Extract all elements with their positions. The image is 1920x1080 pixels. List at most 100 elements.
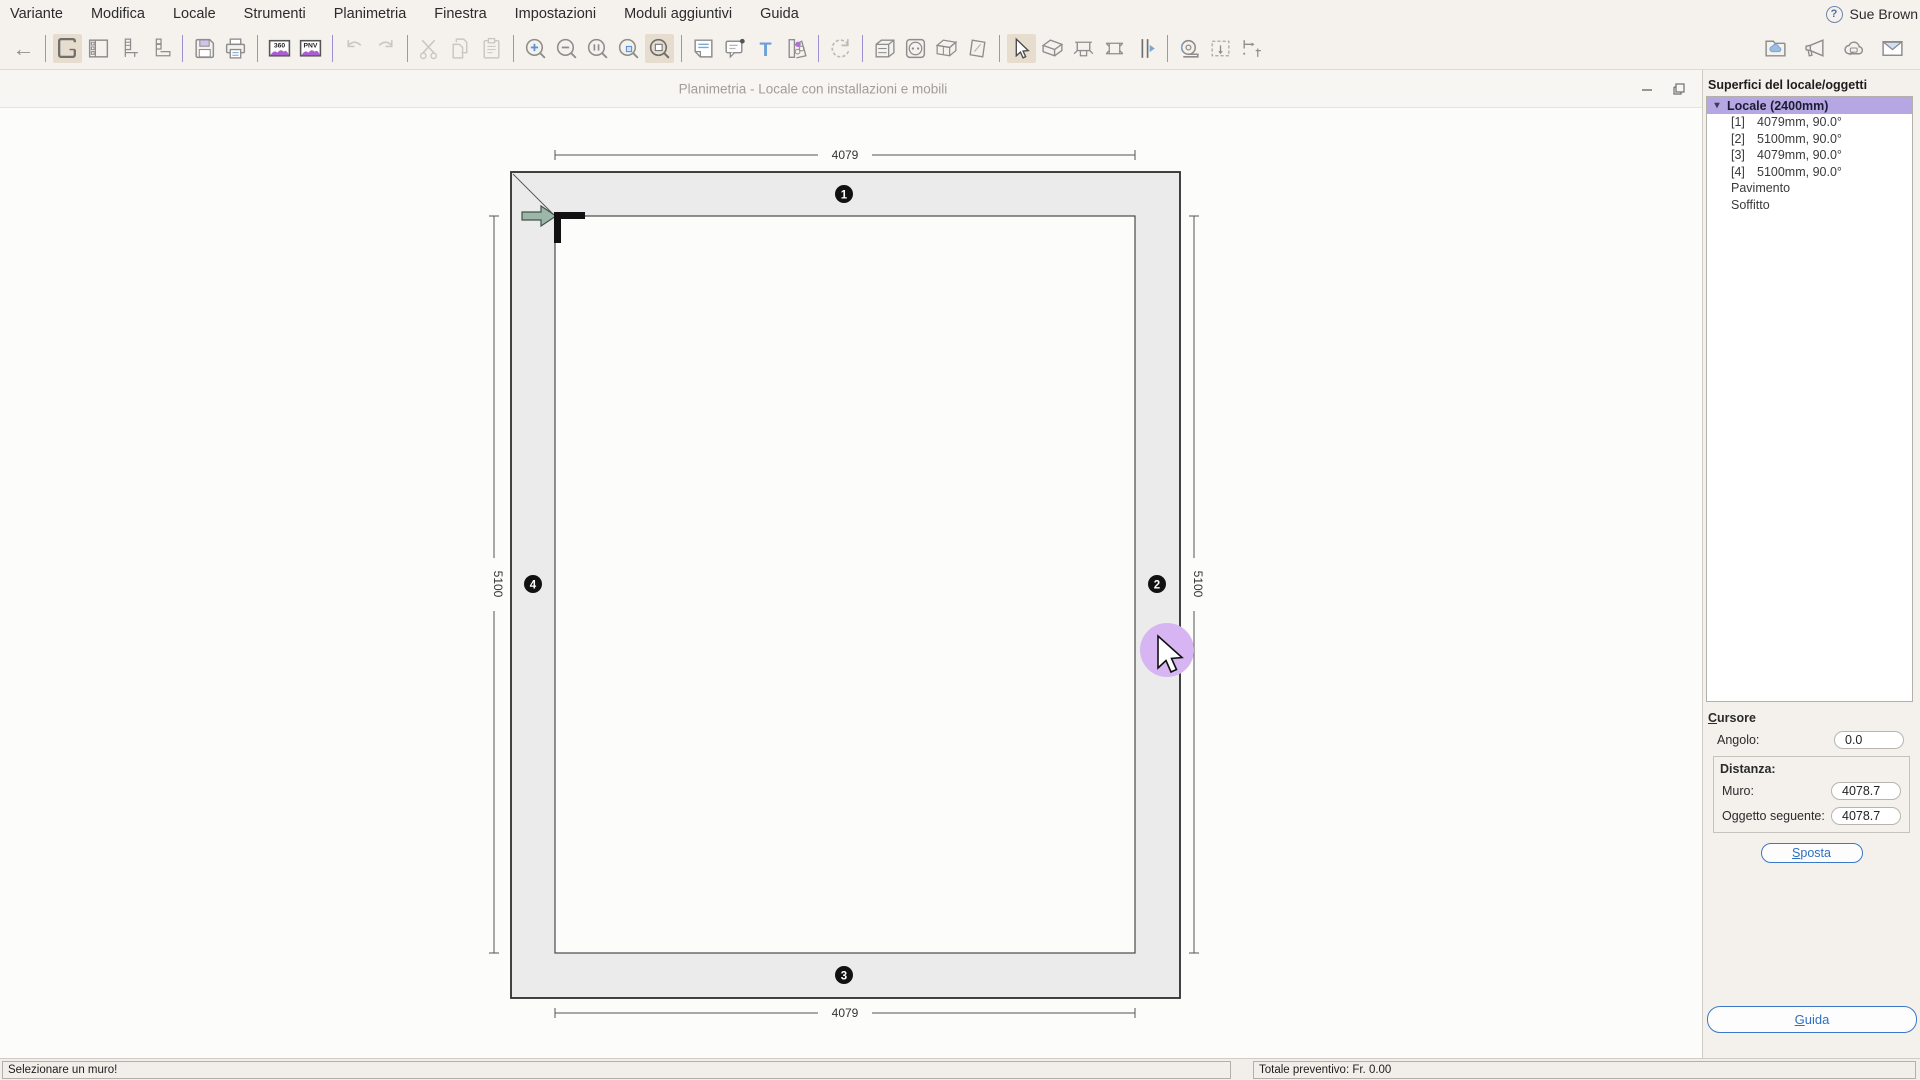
- menu-locale[interactable]: Locale: [159, 6, 230, 22]
- floor-plan-tool-button[interactable]: [53, 34, 82, 63]
- surfaces-tree[interactable]: ▾ Locale (2400mm) [1] 4079mm, 90.0° [2] …: [1706, 96, 1913, 702]
- tree-item-value: 5100mm, 90.0°: [1757, 165, 1842, 179]
- dimension-area-button[interactable]: [1206, 34, 1235, 63]
- toolbar-separator: [182, 35, 183, 62]
- menu-modifica[interactable]: Modifica: [77, 6, 159, 22]
- undo-button[interactable]: [340, 34, 369, 63]
- align-measure-icon: [1133, 36, 1158, 61]
- image-360-button[interactable]: 360: [265, 34, 294, 63]
- wall-outline-inner[interactable]: [555, 216, 1135, 953]
- zoom-selection-button[interactable]: [614, 34, 643, 63]
- tiles-3d-icon: [934, 36, 959, 61]
- canvas-title: Planimetria - Locale con installazioni e…: [679, 81, 948, 96]
- tree-item-pavimento[interactable]: Pavimento: [1707, 180, 1912, 197]
- sposta-button[interactable]: Sposta: [1761, 843, 1863, 863]
- tape-measure-button[interactable]: [1175, 34, 1204, 63]
- svg-text:3: 3: [841, 971, 847, 983]
- tree-item-wall-2[interactable]: [2] 5100mm, 90.0°: [1707, 131, 1912, 148]
- tree-item-prefix: Pavimento: [1731, 181, 1790, 195]
- print-button[interactable]: [221, 34, 250, 63]
- tree-item-wall-4[interactable]: [4] 5100mm, 90.0°: [1707, 164, 1912, 181]
- menu-variante[interactable]: Variante: [10, 6, 77, 22]
- restore-window-icon[interactable]: [1672, 82, 1686, 96]
- room-3d-icon: [1040, 36, 1065, 61]
- menu-guida[interactable]: Guida: [746, 6, 813, 22]
- tree-item-wall-1[interactable]: [1] 4079mm, 90.0°: [1707, 114, 1912, 131]
- tree-item-prefix: [4]: [1731, 165, 1757, 179]
- status-bar: Selezionare un muro! Totale preventivo: …: [0, 1058, 1920, 1080]
- toolbar-separator: [681, 35, 682, 62]
- zoom-fit-icon: [647, 36, 672, 61]
- dimension-left-label: 5100: [491, 571, 505, 598]
- toolbar: ← 360 PNV: [0, 28, 1920, 70]
- menu-finestra[interactable]: Finestra: [420, 6, 500, 22]
- canvas-title-bar: Planimetria - Locale con installazioni e…: [0, 70, 1702, 108]
- copy-icon: [448, 36, 473, 61]
- save-button[interactable]: [190, 34, 219, 63]
- furniture-3d-button[interactable]: [870, 34, 899, 63]
- properties-panel: Superfici del locale/oggetti ▾ Locale (2…: [1702, 70, 1920, 1058]
- cloud-folder-button[interactable]: [1761, 34, 1790, 63]
- wall-marker-3[interactable]: 3: [835, 966, 853, 984]
- tree-root-locale[interactable]: ▾ Locale (2400mm): [1707, 97, 1912, 114]
- mirror-button[interactable]: [963, 34, 992, 63]
- back-button[interactable]: ←: [9, 34, 38, 63]
- paste-icon: [479, 36, 504, 61]
- note-button[interactable]: [689, 34, 718, 63]
- room-3d-button[interactable]: [1038, 34, 1067, 63]
- menu-impostazioni[interactable]: Impostazioni: [501, 6, 610, 22]
- comment-button[interactable]: [720, 34, 749, 63]
- toolbar-separator: [818, 35, 819, 62]
- text-tool-icon: T: [753, 36, 778, 61]
- materials-button[interactable]: [782, 34, 811, 63]
- zoom-fit-button[interactable]: [645, 34, 674, 63]
- next-object-input[interactable]: 4078.7: [1831, 807, 1901, 825]
- dimension-lines-button[interactable]: [1237, 34, 1266, 63]
- cut-button[interactable]: [415, 34, 444, 63]
- menu-moduli-aggiuntivi[interactable]: Moduli aggiuntivi: [610, 6, 746, 22]
- wall-elevation-tool-button[interactable]: [84, 34, 113, 63]
- help-icon[interactable]: ?: [1826, 6, 1843, 23]
- angle-input[interactable]: 0.0: [1834, 731, 1904, 749]
- wall-marker-4[interactable]: 4: [524, 575, 542, 593]
- floor-plan-drawing[interactable]: 4079 4079 5100 5100: [0, 108, 1702, 1058]
- guida-button[interactable]: Guida: [1707, 1006, 1917, 1033]
- outlet-button[interactable]: [901, 34, 930, 63]
- pointer-tool-button[interactable]: [1007, 34, 1036, 63]
- menu-planimetria[interactable]: Planimetria: [320, 6, 421, 22]
- chevron-down-icon[interactable]: ▾: [1707, 100, 1727, 111]
- corner-section-alt-tool-button[interactable]: [146, 34, 175, 63]
- copy-button[interactable]: [446, 34, 475, 63]
- svg-text:T: T: [759, 39, 771, 61]
- save-icon: [192, 36, 217, 61]
- svg-text:PNV: PNV: [304, 42, 318, 49]
- tree-root-label: Locale (2400mm): [1727, 99, 1828, 113]
- redo-button[interactable]: [371, 34, 400, 63]
- zoom-original-button[interactable]: [583, 34, 612, 63]
- wall-marker-2[interactable]: 2: [1148, 575, 1166, 593]
- menu-strumenti[interactable]: Strumenti: [230, 6, 320, 22]
- wall-view-button[interactable]: [1100, 34, 1129, 63]
- corner-section-tool-button[interactable]: [115, 34, 144, 63]
- zoom-out-button[interactable]: [552, 34, 581, 63]
- paste-button[interactable]: [477, 34, 506, 63]
- walls-3d-button[interactable]: [1069, 34, 1098, 63]
- materials-icon: [784, 36, 809, 61]
- user-name[interactable]: Sue Brown: [1850, 6, 1918, 22]
- image-pnv-button[interactable]: PNV: [296, 34, 325, 63]
- mirror-icon: [965, 36, 990, 61]
- cloud-sync-button[interactable]: [1839, 34, 1868, 63]
- mail-button[interactable]: [1878, 34, 1907, 63]
- zoom-in-button[interactable]: [521, 34, 550, 63]
- minimize-icon[interactable]: [1640, 82, 1654, 96]
- text-tool-button[interactable]: T: [751, 34, 780, 63]
- refresh-button[interactable]: [826, 34, 855, 63]
- align-measure-button[interactable]: [1131, 34, 1160, 63]
- announcement-button[interactable]: [1800, 34, 1829, 63]
- tree-item-wall-3[interactable]: [3] 4079mm, 90.0°: [1707, 147, 1912, 164]
- tiles-3d-button[interactable]: [932, 34, 961, 63]
- panel-title: Superfici del locale/oggetti: [1703, 70, 1920, 96]
- wall-distance-input[interactable]: 4078.7: [1831, 782, 1901, 800]
- tree-item-soffitto[interactable]: Soffitto: [1707, 197, 1912, 214]
- wall-marker-1[interactable]: 1: [835, 185, 853, 203]
